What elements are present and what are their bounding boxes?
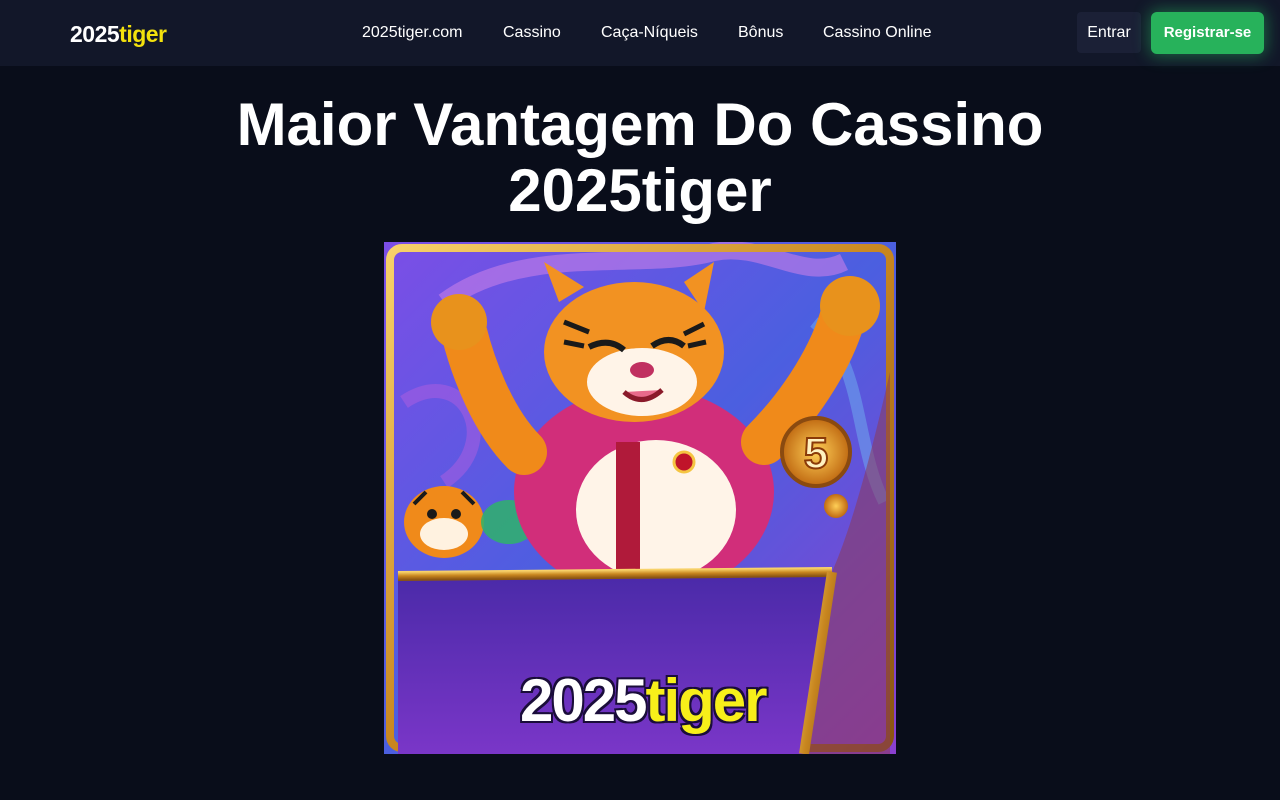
nav-link-home[interactable]: 2025tiger.com	[362, 23, 463, 43]
banner-logo-text: 2025tiger	[520, 668, 780, 734]
top-navigation-bar: 2025tiger 2025tiger.com Cassino Caça-Níq…	[0, 0, 1280, 66]
nav-link-caca-niqueis[interactable]: Caça-Níqueis	[601, 23, 698, 43]
register-button[interactable]: Registrar-se	[1151, 12, 1264, 54]
nav-link-cassino-online[interactable]: Cassino Online	[823, 23, 932, 43]
page-title: Maior Vantagem Do Cassino 2025tiger	[236, 91, 1044, 224]
banner-logo-word: tiger	[645, 667, 767, 734]
banner-logo-number: 2025	[520, 667, 647, 734]
login-button[interactable]: Entrar	[1077, 12, 1141, 53]
nav-link-cassino[interactable]: Cassino	[503, 23, 561, 43]
svg-text:5: 5	[804, 429, 828, 478]
nav-link-bonus[interactable]: Bônus	[738, 23, 783, 43]
